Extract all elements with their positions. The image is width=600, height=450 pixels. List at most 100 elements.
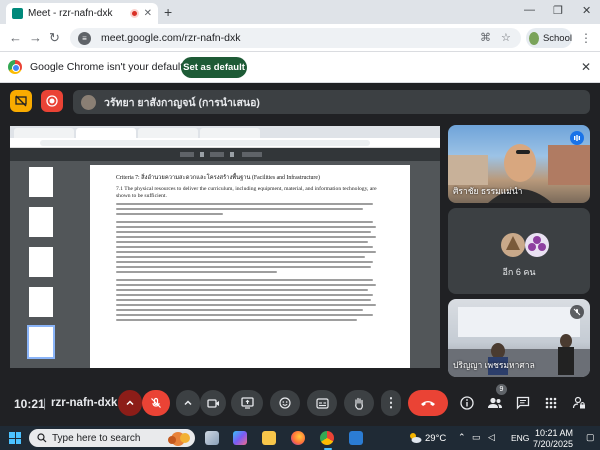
pdf-viewport: Criteria 7: สิ่งอำนวยความสะดวกและโครงสร้… xyxy=(70,161,440,368)
clock-time[interactable]: 10:21 AM xyxy=(535,428,573,438)
pdf-thumbnail[interactable] xyxy=(29,287,53,317)
chevron-up-icon xyxy=(184,400,192,406)
shared-tab xyxy=(76,128,136,138)
participant-tile-room[interactable]: ปริญญา เพชรมหาศาล xyxy=(448,299,590,377)
forward-button[interactable]: → xyxy=(29,30,42,45)
notifications-icon[interactable]: ▢ xyxy=(586,432,595,443)
section-text: 7.1 The physical resources to deliver th… xyxy=(116,186,377,199)
pdf-thumbnail-selected[interactable] xyxy=(27,325,55,359)
presenter-label: วรัทยา ยาสังกาญจน์ (การนำเสนอ) xyxy=(104,96,260,109)
pdf-thumbnail[interactable] xyxy=(29,207,53,237)
presenter-avatar xyxy=(81,94,96,110)
speaking-indicator-icon xyxy=(570,131,584,145)
chrome-taskbar-icon[interactable] xyxy=(320,431,334,445)
translate-icon[interactable]: ⌘ xyxy=(480,31,491,44)
microphone-toggle-button[interactable] xyxy=(142,390,170,416)
raise-hand-button[interactable] xyxy=(344,390,374,416)
reload-button[interactable]: ↻ xyxy=(49,30,60,46)
infobar-close-icon[interactable]: ✕ xyxy=(581,60,591,74)
hang-up-icon xyxy=(421,401,435,406)
close-tab-icon[interactable]: ✕ xyxy=(144,8,152,19)
present-screen-button[interactable] xyxy=(231,390,263,416)
shared-tab xyxy=(138,128,198,138)
meeting-time: 10:21 xyxy=(14,397,45,411)
chat-icon xyxy=(516,396,530,410)
browser-tab-meet[interactable]: Meet - rzr-nafn-dxk ✕ xyxy=(6,3,158,24)
tray-chevron-icon[interactable]: ⌃ xyxy=(458,432,466,443)
participant-tile-speaker[interactable]: ศิราชัย ธรรมแม่นำ xyxy=(448,125,590,203)
word-icon[interactable] xyxy=(349,431,363,445)
input-language[interactable]: ENG xyxy=(511,433,529,443)
profile-button[interactable]: School xyxy=(526,28,572,48)
meeting-details-button[interactable] xyxy=(458,394,476,412)
participant-name: ศิราชัย ธรรมแม่นำ xyxy=(453,186,523,196)
more-participants-label: อีก 6 คน xyxy=(502,267,536,277)
tab-title: Meet - rzr-nafn-dxk xyxy=(28,8,113,19)
participant-name: ปริญญา เพชรมหาศาล xyxy=(453,360,535,370)
new-tab-button[interactable]: + xyxy=(164,4,172,20)
clock-date[interactable]: 7/20/2025 xyxy=(533,439,573,449)
captions-button[interactable] xyxy=(307,390,337,416)
chevron-up-icon xyxy=(126,400,134,406)
lock-person-icon xyxy=(572,396,585,409)
recording-button[interactable] xyxy=(41,90,63,112)
copilot-icon[interactable] xyxy=(233,431,247,445)
chat-button[interactable] xyxy=(514,394,532,412)
shared-tab xyxy=(200,128,260,138)
site-info-icon[interactable]: ≡ xyxy=(78,31,91,45)
pdf-thumbnail[interactable] xyxy=(29,167,53,197)
firefox-icon[interactable] xyxy=(291,431,305,445)
present-off-icon xyxy=(15,95,27,107)
meeting-separator: | xyxy=(43,396,47,410)
video-options-button[interactable] xyxy=(176,390,200,416)
present-screen-icon xyxy=(240,397,254,409)
camera-icon xyxy=(206,398,219,408)
more-participants-tile[interactable]: อีก 6 คน xyxy=(448,208,590,294)
task-view-icon[interactable] xyxy=(205,431,219,445)
record-icon xyxy=(46,95,58,107)
chrome-menu-icon[interactable]: ⋮ xyxy=(580,31,592,45)
more-options-button[interactable]: ⋮ xyxy=(381,390,401,416)
camera-toggle-button[interactable] xyxy=(200,390,226,416)
file-explorer-icon[interactable] xyxy=(262,431,276,445)
taskbar-search[interactable]: Type here to search xyxy=(29,429,195,447)
reactions-button[interactable] xyxy=(270,390,300,416)
pdf-page: Criteria 7: สิ่งอำนวยความสะดวกและโครงสร้… xyxy=(90,165,410,368)
profile-label: School xyxy=(542,32,572,44)
pdf-thumbnail[interactable] xyxy=(29,247,53,277)
pdf-thumbnail-sidebar xyxy=(10,161,70,368)
leave-call-button[interactable] xyxy=(408,390,448,416)
hand-icon xyxy=(355,397,363,410)
browser-tab-strip: Meet - rzr-nafn-dxk ✕ + — ❐ ✕ xyxy=(0,0,600,24)
windows-start-icon[interactable] xyxy=(9,432,21,444)
pdf-toolbar xyxy=(10,148,440,161)
stop-presenting-button[interactable] xyxy=(10,90,32,112)
activities-button[interactable] xyxy=(542,394,560,412)
people-button[interactable] xyxy=(486,394,504,412)
captions-icon xyxy=(315,397,329,409)
host-controls-button[interactable] xyxy=(570,394,588,412)
apps-grid-icon xyxy=(545,397,557,409)
url-bar[interactable]: ≡ meet.google.com/rzr-nafn-dxk ⌘ ☆ xyxy=(70,28,521,48)
shared-browser-tabs xyxy=(10,126,440,138)
weather-icon xyxy=(410,433,422,443)
criteria-title: Criteria 7: สิ่งอำนวยความสะดวกและโครงสร้… xyxy=(116,175,320,181)
mic-muted-icon xyxy=(570,305,584,319)
audio-options-button[interactable] xyxy=(118,390,142,416)
close-window-button[interactable]: ✕ xyxy=(582,4,591,17)
network-icon[interactable]: ▭ xyxy=(472,432,481,443)
profile-avatar xyxy=(529,31,539,45)
bookmark-star-icon[interactable]: ☆ xyxy=(501,31,511,44)
minimize-button[interactable]: — xyxy=(524,4,535,16)
search-icon xyxy=(37,433,47,443)
back-button[interactable]: ← xyxy=(9,30,22,45)
mic-off-icon xyxy=(151,397,161,408)
temperature: 29°C xyxy=(425,433,447,444)
people-icon xyxy=(488,397,502,408)
maximize-button[interactable]: ❐ xyxy=(553,4,563,17)
volume-icon[interactable]: ◁ xyxy=(488,432,495,443)
more-vert-icon: ⋮ xyxy=(384,395,398,410)
shared-screen: Criteria 7: สิ่งอำนวยความสะดวกและโครงสร้… xyxy=(10,126,440,368)
set-default-button[interactable]: Set as default xyxy=(181,57,247,78)
shared-address-bar xyxy=(10,138,440,148)
